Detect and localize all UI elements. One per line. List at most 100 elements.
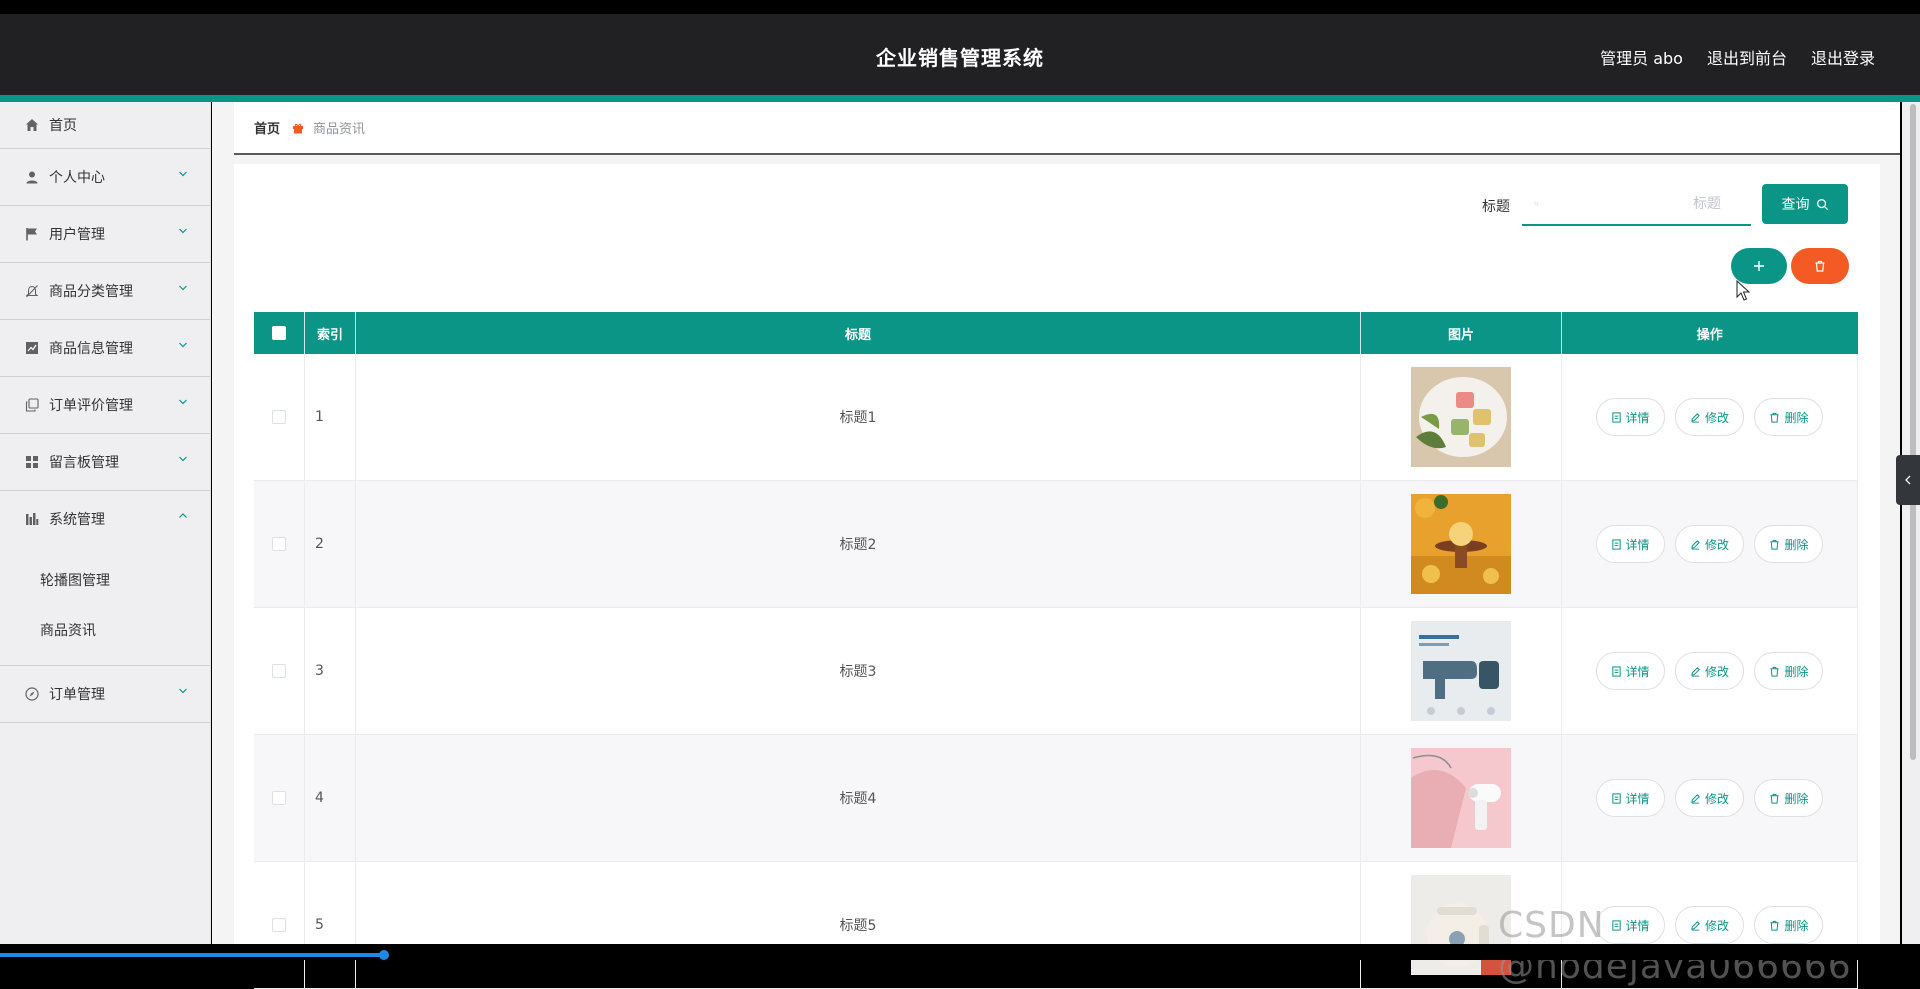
edit-button[interactable]: 修改 <box>1674 525 1744 563</box>
detail-button[interactable]: 详情 <box>1595 525 1665 563</box>
document-icon <box>1611 538 1621 550</box>
add-button[interactable] <box>1731 248 1787 284</box>
chevron-down-icon <box>179 171 187 177</box>
table-row: 2 标题2 详情 修改 删除 <box>254 480 1858 608</box>
detail-label: 详情 <box>1625 664 1650 679</box>
chevron-down-icon <box>179 285 187 291</box>
detail-button[interactable]: 详情 <box>1595 398 1665 436</box>
delete-label: 删除 <box>1784 537 1809 552</box>
sidebar-item-message-board-management[interactable]: 留言板管理 <box>0 434 210 491</box>
sidebar-menu: 首页 个人中心 用户管理 商品分类管理 商品信息管理 订单评价管理 留言板管理 … <box>0 102 211 944</box>
breadcrumb: 首页 商品资讯 <box>234 102 1900 155</box>
submenu-item-product-news[interactable]: 商品资讯 <box>0 605 210 655</box>
sidebar-item-label: 首页 <box>49 118 77 134</box>
edit-label: 修改 <box>1704 410 1729 425</box>
detail-label: 详情 <box>1625 410 1650 425</box>
submenu-item-carousel-management[interactable]: 轮播图管理 <box>0 555 210 605</box>
chevron-down-icon <box>179 228 187 234</box>
system-submenu: 轮播图管理 商品资讯 <box>0 547 210 666</box>
sidebar-item-personal-center[interactable]: 个人中心 <box>0 149 210 206</box>
edit-button[interactable]: 修改 <box>1674 398 1744 436</box>
main-content: 首页 商品资讯 标题 查询 索引 标题 图片 <box>212 102 1900 989</box>
product-thumbnail[interactable] <box>1411 748 1511 848</box>
sidebar-item-order-management[interactable]: 订单管理 <box>0 666 210 723</box>
detail-button[interactable]: 详情 <box>1595 652 1665 690</box>
chart-icon <box>24 340 40 356</box>
breadcrumb-home[interactable]: 首页 <box>254 118 280 137</box>
copy-icon <box>24 397 40 413</box>
search-icon <box>1534 201 1539 207</box>
content-panel: 标题 查询 索引 标题 图片 操作 <box>234 164 1880 989</box>
row-index: 1 <box>304 354 356 481</box>
sidebar-item-label: 订单管理 <box>49 687 105 703</box>
detail-button[interactable]: 详情 <box>1595 779 1665 817</box>
chevron-down-icon <box>179 342 187 348</box>
top-header: 企业销售管理系统 管理员 abo 退出到前台 退出登录 <box>0 14 1920 102</box>
table-row: 1 标题1 详情 修改 删除 <box>254 354 1858 481</box>
row-checkbox[interactable] <box>272 664 286 678</box>
row-checkbox[interactable] <box>272 918 286 932</box>
header-image: 图片 <box>1360 312 1562 354</box>
row-checkbox[interactable] <box>272 537 286 551</box>
header-title: 标题 <box>355 312 1361 354</box>
trash-icon <box>1815 260 1825 272</box>
chevron-down-icon <box>179 688 187 694</box>
select-all-checkbox[interactable] <box>272 326 286 340</box>
sidebar-item-label: 订单评价管理 <box>49 398 133 414</box>
sidebar-item-user-management[interactable]: 用户管理 <box>0 206 210 263</box>
delete-label: 删除 <box>1784 791 1809 806</box>
detail-label: 详情 <box>1625 537 1650 552</box>
edit-icon <box>1691 539 1700 550</box>
delete-button[interactable]: 删除 <box>1754 652 1824 690</box>
query-button-label: 查询 <box>1781 197 1810 213</box>
product-thumbnail[interactable] <box>1411 621 1511 721</box>
mouse-cursor-icon <box>1736 280 1750 301</box>
sidebar-item-order-review-management[interactable]: 订单评价管理 <box>0 377 210 434</box>
header-index: 索引 <box>304 312 356 354</box>
delete-button[interactable]: 删除 <box>1754 525 1824 563</box>
admin-user-label[interactable]: 管理员 abo <box>1600 45 1683 69</box>
table-row: 4 标题4 详情 修改 删除 <box>254 734 1858 862</box>
plus-icon <box>1754 261 1764 271</box>
sidebar-item-category-management[interactable]: 商品分类管理 <box>0 263 210 320</box>
edit-button[interactable]: 修改 <box>1674 779 1744 817</box>
search-label: 标题 <box>1482 199 1510 215</box>
row-index: 2 <box>304 480 356 608</box>
select-all-header <box>254 312 305 354</box>
edit-button[interactable]: 修改 <box>1674 652 1744 690</box>
user-icon <box>24 169 40 185</box>
collapse-panel-tab[interactable] <box>1896 455 1920 505</box>
edit-label: 修改 <box>1704 537 1729 552</box>
row-index: 4 <box>304 734 356 862</box>
sidebar-item-label: 系统管理 <box>49 512 105 528</box>
sidebar-item-home[interactable]: 首页 <box>0 102 210 149</box>
table-row: 3 标题3 详情 修改 删除 <box>254 607 1858 735</box>
home-icon <box>24 117 40 133</box>
document-icon <box>1611 665 1621 677</box>
trash-icon <box>1770 539 1780 550</box>
search-field[interactable] <box>1522 184 1751 226</box>
row-title: 标题1 <box>355 354 1361 481</box>
delete-button[interactable]: 删除 <box>1754 779 1824 817</box>
sidebar-item-product-info-management[interactable]: 商品信息管理 <box>0 320 210 377</box>
row-checkbox[interactable] <box>272 791 286 805</box>
exit-to-front-link[interactable]: 退出到前台 <box>1707 45 1787 69</box>
video-progress-bar[interactable] <box>0 953 384 957</box>
sidebar-item-system-management[interactable]: 系统管理 <box>0 491 210 547</box>
product-thumbnail[interactable] <box>1411 875 1511 975</box>
row-checkbox[interactable] <box>272 410 286 424</box>
query-button[interactable]: 查询 <box>1762 184 1848 224</box>
product-thumbnail[interactable] <box>1411 494 1511 594</box>
product-thumbnail[interactable] <box>1411 367 1511 467</box>
row-title: 标题4 <box>355 734 1361 862</box>
delete-button[interactable]: 删除 <box>1754 398 1824 436</box>
video-progress-handle[interactable] <box>379 950 389 960</box>
document-icon <box>1611 792 1621 804</box>
logout-link[interactable]: 退出登录 <box>1811 45 1875 69</box>
search-input[interactable] <box>1545 195 1723 213</box>
chevron-up-icon <box>179 513 187 518</box>
scrollbar-thumb[interactable] <box>1910 104 1916 760</box>
chevron-down-icon <box>179 399 187 405</box>
flag-icon <box>24 226 40 242</box>
batch-delete-button[interactable] <box>1791 248 1849 284</box>
